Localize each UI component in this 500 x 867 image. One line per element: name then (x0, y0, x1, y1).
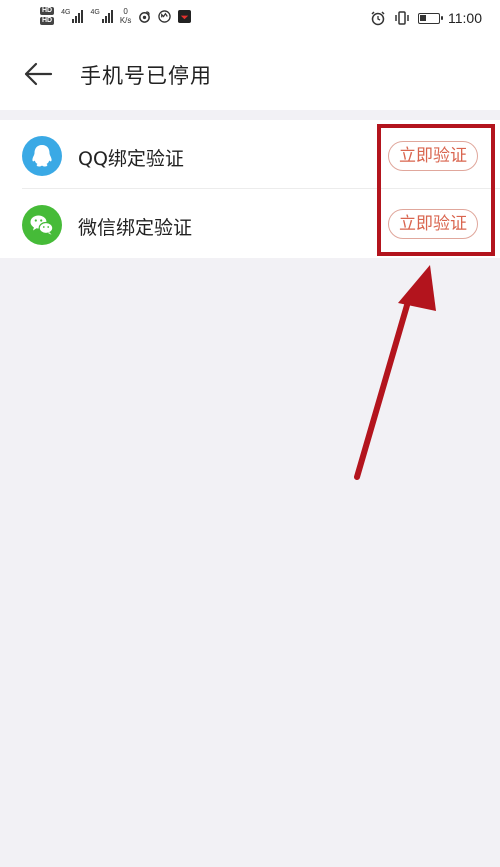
vibrate-icon (395, 11, 409, 25)
list-item-qq[interactable]: QQ绑定验证 立即验证 (0, 120, 500, 189)
signal-icon: 4G (61, 9, 84, 23)
qq-icon (22, 136, 62, 176)
nav-header: 手机号已停用 (0, 38, 500, 110)
list-item-wechat[interactable]: 微信绑定验证 立即验证 (0, 189, 500, 258)
back-button[interactable] (22, 58, 54, 90)
verification-list: QQ绑定验证 立即验证 微信绑定验证 立即验证 (0, 120, 500, 258)
hd-icon: HD (40, 17, 55, 25)
hd-indicators: HD HD (40, 7, 55, 25)
verify-now-button[interactable]: 立即验证 (388, 141, 478, 171)
status-left: HD HD 4G 4G 0 K/s (40, 7, 192, 25)
list-item-label: 微信绑定验证 (78, 217, 193, 239)
alarm-icon (371, 11, 385, 26)
status-right: 11:00 (370, 10, 482, 26)
verify-now-button[interactable]: 立即验证 (388, 209, 478, 239)
wechat-icon (22, 205, 62, 245)
hd-icon: HD (40, 7, 55, 15)
battery-icon (418, 12, 443, 24)
app-icon (178, 9, 192, 23)
signal-icon: 4G (90, 9, 113, 23)
back-arrow-icon (24, 62, 53, 86)
screen: HD HD 4G 4G 0 K/s 11:00 手机号已停用 QQ绑定验证 立即… (0, 0, 500, 867)
weibo-icon (139, 10, 151, 23)
annotation-arrow-icon (354, 265, 436, 480)
page-title: 手机号已停用 (80, 64, 212, 88)
app-icon (158, 9, 172, 23)
network-speed: 0 K/s (119, 7, 132, 25)
list-item-label: QQ绑定验证 (78, 148, 184, 170)
clock: 11:00 (448, 10, 482, 26)
status-bar: HD HD 4G 4G 0 K/s 11:00 (0, 0, 500, 38)
